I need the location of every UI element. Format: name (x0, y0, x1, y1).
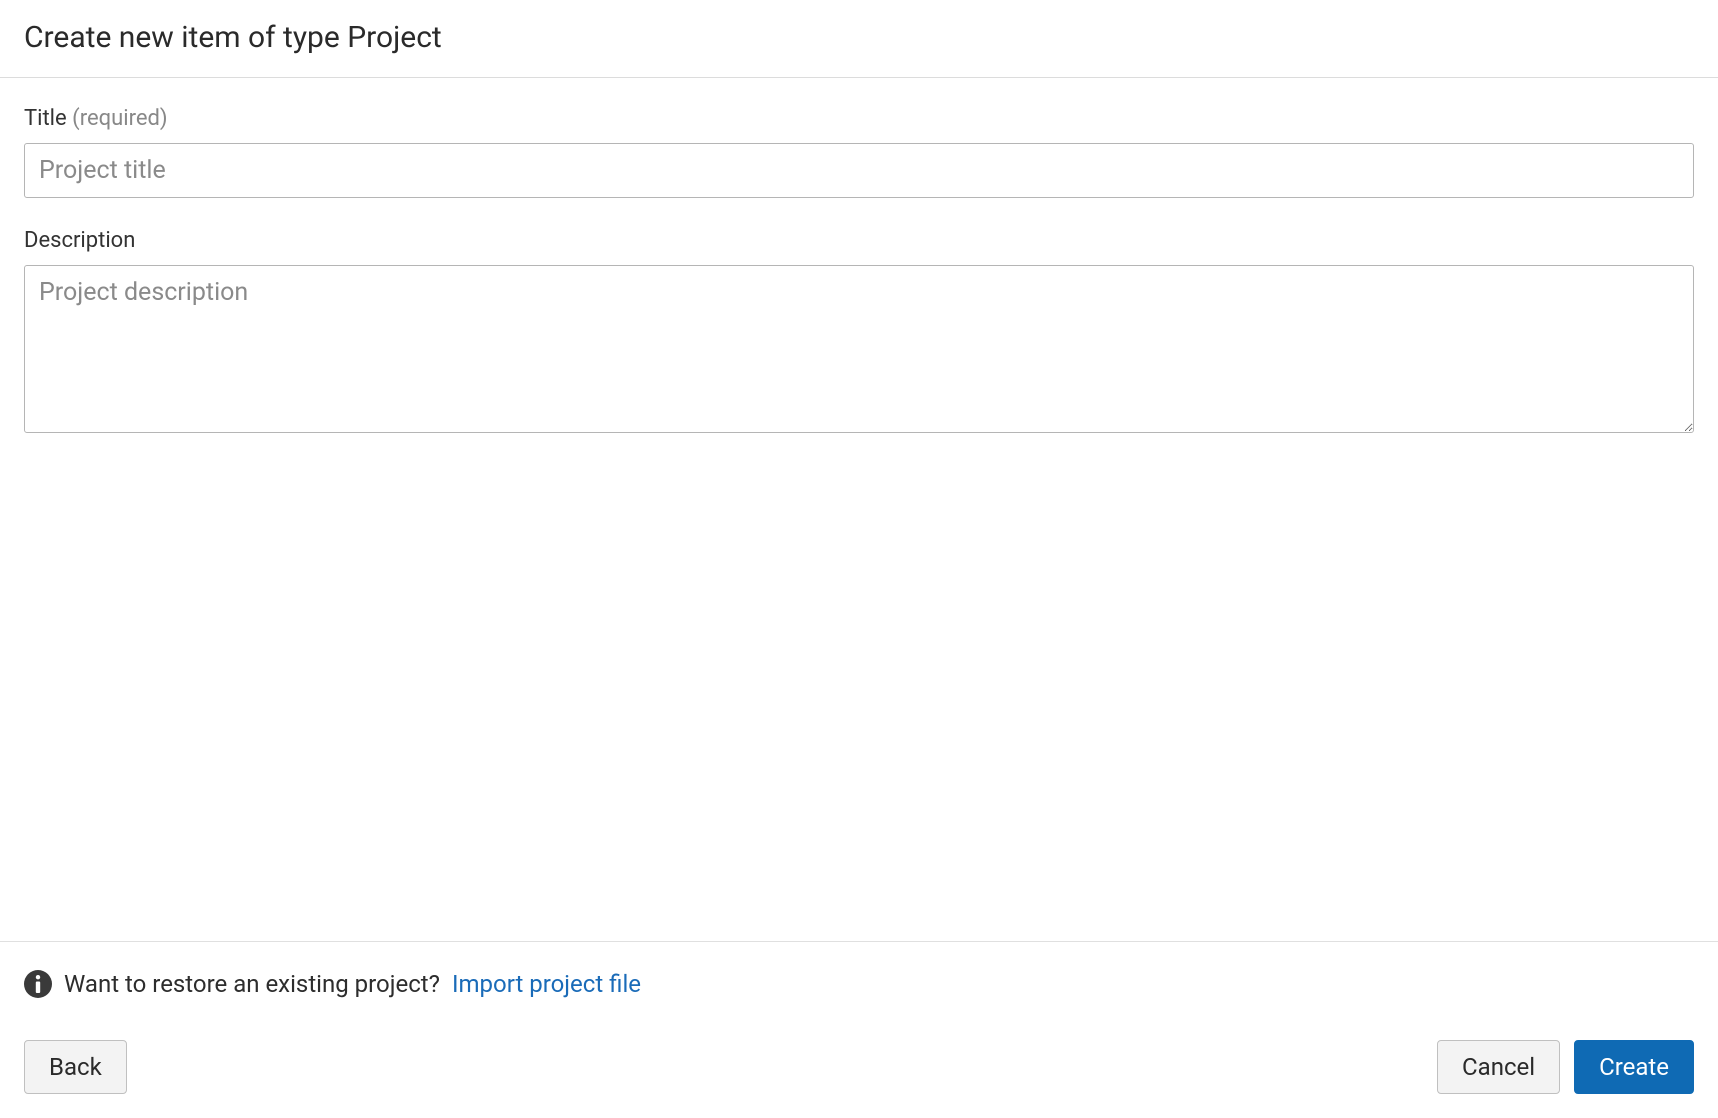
info-icon (24, 970, 52, 998)
restore-question-text: Want to restore an existing project? (64, 970, 440, 998)
title-label-text: Title (24, 106, 67, 131)
description-label: Description (24, 228, 1694, 253)
cancel-button[interactable]: Cancel (1437, 1040, 1560, 1094)
button-row: Back Cancel Create (24, 1040, 1694, 1094)
page-header: Create new item of type Project (0, 0, 1718, 78)
description-textarea[interactable] (24, 265, 1694, 433)
create-button[interactable]: Create (1574, 1040, 1694, 1094)
import-project-link[interactable]: Import project file (452, 970, 641, 998)
title-label: Title (required) (24, 106, 1694, 131)
back-button[interactable]: Back (24, 1040, 127, 1094)
form-area: Title (required) Description (0, 78, 1718, 941)
title-input[interactable] (24, 143, 1694, 198)
title-required-hint: (required) (72, 106, 167, 131)
description-field-group: Description (24, 228, 1694, 437)
restore-hint-row: Want to restore an existing project? Imp… (24, 970, 1694, 998)
page-title: Create new item of type Project (24, 20, 1694, 55)
footer-section: Want to restore an existing project? Imp… (0, 941, 1718, 1118)
title-field-group: Title (required) (24, 106, 1694, 198)
